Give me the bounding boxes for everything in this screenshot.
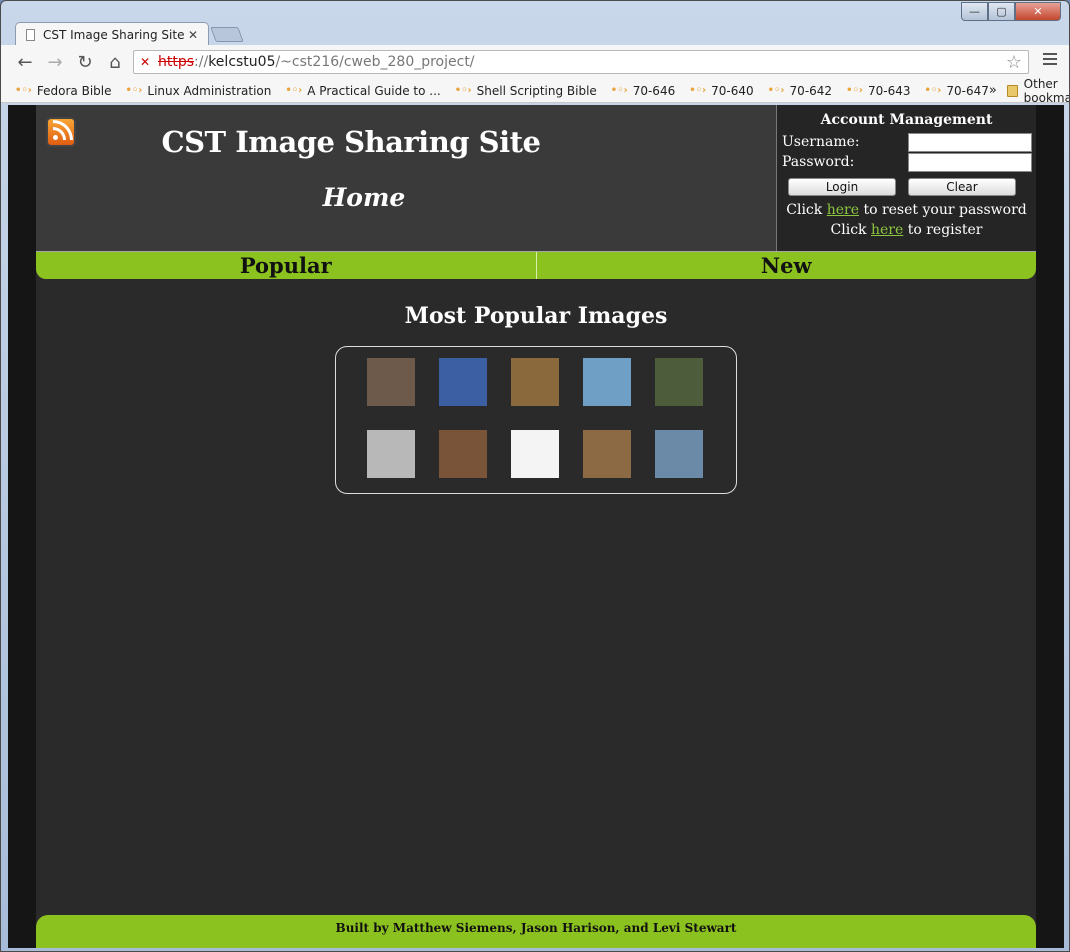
folder-icon xyxy=(1006,84,1018,97)
username-label: Username: xyxy=(782,134,860,150)
image-thumbnail-4[interactable] xyxy=(583,358,631,406)
browser-window: CST Image Sharing Site ✕ — ▢ ✕ ← → ↻ ⌂ ✕… xyxy=(0,0,1070,952)
login-button[interactable]: Login xyxy=(788,178,896,196)
bookmark-icon: •◦› xyxy=(610,85,628,96)
reload-button[interactable]: ↻ xyxy=(71,52,99,73)
image-thumbnail-3[interactable] xyxy=(511,358,559,406)
image-thumbnail-7[interactable] xyxy=(439,430,487,478)
reset-prefix: Click xyxy=(786,202,823,218)
bookmark-star-icon[interactable]: ☆ xyxy=(1006,52,1022,73)
image-thumbnail-2[interactable] xyxy=(439,358,487,406)
image-thumbnail-1[interactable] xyxy=(367,358,415,406)
bookmark-label: A Practical Guide to ... xyxy=(307,83,441,98)
tab-title: CST Image Sharing Site xyxy=(43,27,185,42)
bookmark-item[interactable]: •◦› Fedora Bible xyxy=(15,84,112,98)
reset-suffix: to reset your password xyxy=(863,202,1027,218)
bookmark-label: 70-643 xyxy=(867,83,911,98)
bookmark-label: 70-640 xyxy=(711,83,754,98)
page-icon xyxy=(26,28,35,41)
image-gallery xyxy=(335,346,737,494)
account-title: Account Management xyxy=(820,112,993,128)
bookmark-icon: •◦› xyxy=(767,85,785,96)
home-button[interactable]: ⌂ xyxy=(101,52,129,73)
nav-popular[interactable]: Popular xyxy=(36,252,537,279)
bookmark-label: Fedora Bible xyxy=(36,83,112,98)
image-thumbnail-6[interactable] xyxy=(367,430,415,478)
bookmark-icon: •◦› xyxy=(125,85,143,96)
page-viewport: CST Image Sharing Site Home Account Mana… xyxy=(8,105,1064,948)
username-row: Username: xyxy=(777,132,1036,152)
bookmark-label: Linux Administration xyxy=(147,83,272,98)
bookmark-item[interactable]: •◦› 70-642 xyxy=(768,84,832,98)
bookmarks-bar: •◦› Fedora Bible •◦› Linux Administration … xyxy=(1,76,1069,105)
url-path: /~cst216/cweb_280_project/ xyxy=(275,54,475,70)
url-host: kelcstu05 xyxy=(208,54,276,70)
back-button[interactable]: ← xyxy=(11,52,39,73)
image-thumbnail-9[interactable] xyxy=(583,430,631,478)
insecure-lock-icon: ✕ xyxy=(140,54,151,69)
register-link[interactable]: here xyxy=(871,222,903,238)
nav-new[interactable]: New xyxy=(537,252,1037,279)
bookmark-item[interactable]: •◦› 70-640 xyxy=(689,84,753,98)
close-window-button[interactable]: ✕ xyxy=(1015,2,1061,21)
bookmark-label: 70-647 xyxy=(946,83,989,98)
bookmark-icon: •◦› xyxy=(924,85,942,96)
window-controls: — ▢ ✕ xyxy=(961,2,1061,21)
bookmark-item[interactable]: •◦› 70-647 xyxy=(924,84,988,98)
register-suffix: to register xyxy=(907,222,983,238)
bookmark-icon: •◦› xyxy=(285,85,303,96)
image-thumbnail-5[interactable] xyxy=(655,358,703,406)
close-tab-icon[interactable]: ✕ xyxy=(188,28,202,42)
url-scheme: https xyxy=(158,54,195,70)
clear-button[interactable]: Clear xyxy=(908,178,1016,196)
image-thumbnail-10[interactable] xyxy=(655,430,703,478)
other-bookmarks-button[interactable]: Other bookmarks xyxy=(1006,76,1069,105)
bookmark-item[interactable]: •◦› Linux Administration xyxy=(126,84,272,98)
bookmark-label: 70-646 xyxy=(632,83,676,98)
tab-strip: CST Image Sharing Site ✕ xyxy=(1,1,1069,46)
password-input[interactable] xyxy=(908,152,1032,172)
bookmark-icon: •◦› xyxy=(454,85,472,96)
reset-password-note: Click here to reset your password Click … xyxy=(777,200,1036,240)
more-bookmarks-button[interactable]: » xyxy=(989,83,997,98)
bookmark-item[interactable]: •◦› 70-643 xyxy=(846,84,910,98)
account-buttons: Login Clear xyxy=(777,178,1036,196)
new-tab-button[interactable] xyxy=(210,27,244,42)
site-footer: Built by Matthew Siemens, Jason Harison,… xyxy=(36,915,1036,948)
bookmark-item[interactable]: •◦› Shell Scripting Bible xyxy=(455,84,597,98)
address-bar[interactable]: ✕ https :// kelcstu05 /~cst216/cweb_280_… xyxy=(133,50,1029,74)
bookmark-label: Shell Scripting Bible xyxy=(476,83,597,98)
maximize-button[interactable]: ▢ xyxy=(988,2,1015,21)
menu-icon[interactable] xyxy=(1043,53,1057,68)
username-input[interactable] xyxy=(908,132,1032,152)
browser-tab[interactable]: CST Image Sharing Site ✕ xyxy=(15,22,209,46)
bookmark-icon: •◦› xyxy=(15,85,32,96)
bookmark-icon: •◦› xyxy=(689,85,707,96)
bookmark-label: 70-642 xyxy=(789,83,833,98)
bookmark-item[interactable]: •◦› 70-646 xyxy=(611,84,675,98)
site-header: CST Image Sharing Site Home xyxy=(36,105,776,251)
page-title: Home xyxy=(322,183,406,212)
account-management-panel: Account Management Username: Password: L… xyxy=(776,105,1036,251)
site-page: CST Image Sharing Site Home Account Mana… xyxy=(36,105,1036,948)
browser-toolbar: ← → ↻ ⌂ ✕ https :// kelcstu05 /~cst216/c… xyxy=(1,45,1069,79)
forward-button[interactable]: → xyxy=(41,52,69,73)
bookmark-icon: •◦› xyxy=(846,85,863,96)
password-row: Password: xyxy=(777,152,1036,172)
password-label: Password: xyxy=(782,154,855,170)
image-thumbnail-8[interactable] xyxy=(511,430,559,478)
reset-password-link[interactable]: here xyxy=(827,202,859,218)
site-title: CST Image Sharing Site xyxy=(161,125,541,159)
url-separator: :// xyxy=(194,54,209,70)
section-title: Most Popular Images xyxy=(404,303,668,329)
register-prefix: Click xyxy=(830,222,867,238)
other-bookmarks-label: Other bookmarks xyxy=(1023,76,1069,105)
site-nav: Popular New xyxy=(36,251,1036,279)
bookmark-item[interactable]: •◦› A Practical Guide to ... xyxy=(285,84,440,98)
minimize-button[interactable]: — xyxy=(961,2,988,21)
